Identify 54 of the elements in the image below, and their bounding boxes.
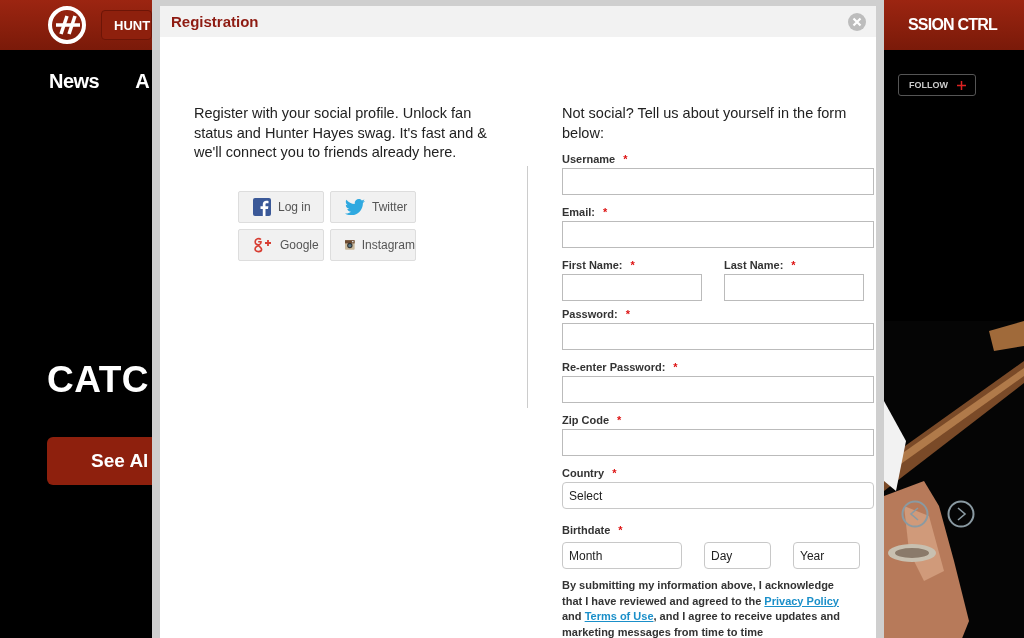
field-label: Last Name: [724,258,784,271]
required-mark: * [623,152,628,165]
field-label: Email: [562,205,595,218]
text-field[interactable] [562,376,874,403]
nav-link[interactable]: SSION CTRL [908,16,997,34]
text-field[interactable] [562,429,874,456]
field-label: Birthdate [562,523,611,536]
required-mark: * [612,466,617,479]
plus-icon [957,80,966,90]
social-login-button[interactable]: Twitter [330,190,416,223]
required-mark: * [625,307,630,320]
field-label: Zip Code [562,413,610,426]
social-login-button[interactable]: Google [238,228,324,261]
policy-link[interactable]: Terms of Use [584,610,654,622]
close-icon[interactable] [848,12,866,31]
social-intro-text: Register with your social profile. Unlock fan status and Hunter Hayes swag. It's fast and & we'll connect you to friends already here. [194,104,488,162]
artist-menu-button[interactable]: HUNT [101,10,152,40]
dialog-title: Registration [171,13,259,30]
follow-button[interactable]: FOLLOW [898,74,976,96]
required-mark: * [630,258,635,271]
required-mark: * [603,205,608,218]
field-label: Username [562,152,616,165]
required-mark: * [673,360,678,373]
country-dropdown[interactable]: Select [562,482,874,509]
date-dropdown[interactable]: Year [793,542,860,569]
required-mark: * [618,523,623,536]
text-field[interactable] [562,168,874,195]
field-label: Password: [562,307,618,320]
form-intro-text: Not social? Tell us about yourself in the form below: [562,104,848,143]
policy-link[interactable]: Privacy Policy [764,594,839,607]
chevron-left-icon[interactable] [901,500,929,528]
date-dropdown[interactable]: Day [704,542,771,569]
text-field[interactable] [724,274,864,301]
consent-text: By submitting my information above, I acknowledge that I have reviewed and agreed to the Privacy Policy and Terms of Use, and I agree to receive updates and marketing messages from time to time [562,578,841,638]
facebook-icon [253,197,271,216]
field-label: Country [562,466,605,479]
see-all-button[interactable]: See Al [47,437,152,485]
field-label: Re-enter Password: [562,360,666,373]
text-field[interactable] [562,323,874,350]
logo-icon[interactable] [47,5,87,45]
nav-link[interactable]: News [49,70,100,93]
google-plus-icon [253,235,273,254]
bird-icon [345,198,365,215]
required-mark: * [791,258,796,271]
field-label: First Name: [562,258,623,271]
text-field[interactable] [562,274,702,301]
nav-link[interactable]: A [135,70,150,93]
date-dropdown[interactable]: Month [562,542,682,569]
social-login-button[interactable]: Log in [238,190,324,223]
hero-title: CATC [47,359,149,401]
social-login-button[interactable]: Instagram [330,228,416,261]
chevron-right-icon[interactable] [947,500,975,528]
text-field[interactable] [562,221,874,248]
required-mark: * [617,413,622,426]
